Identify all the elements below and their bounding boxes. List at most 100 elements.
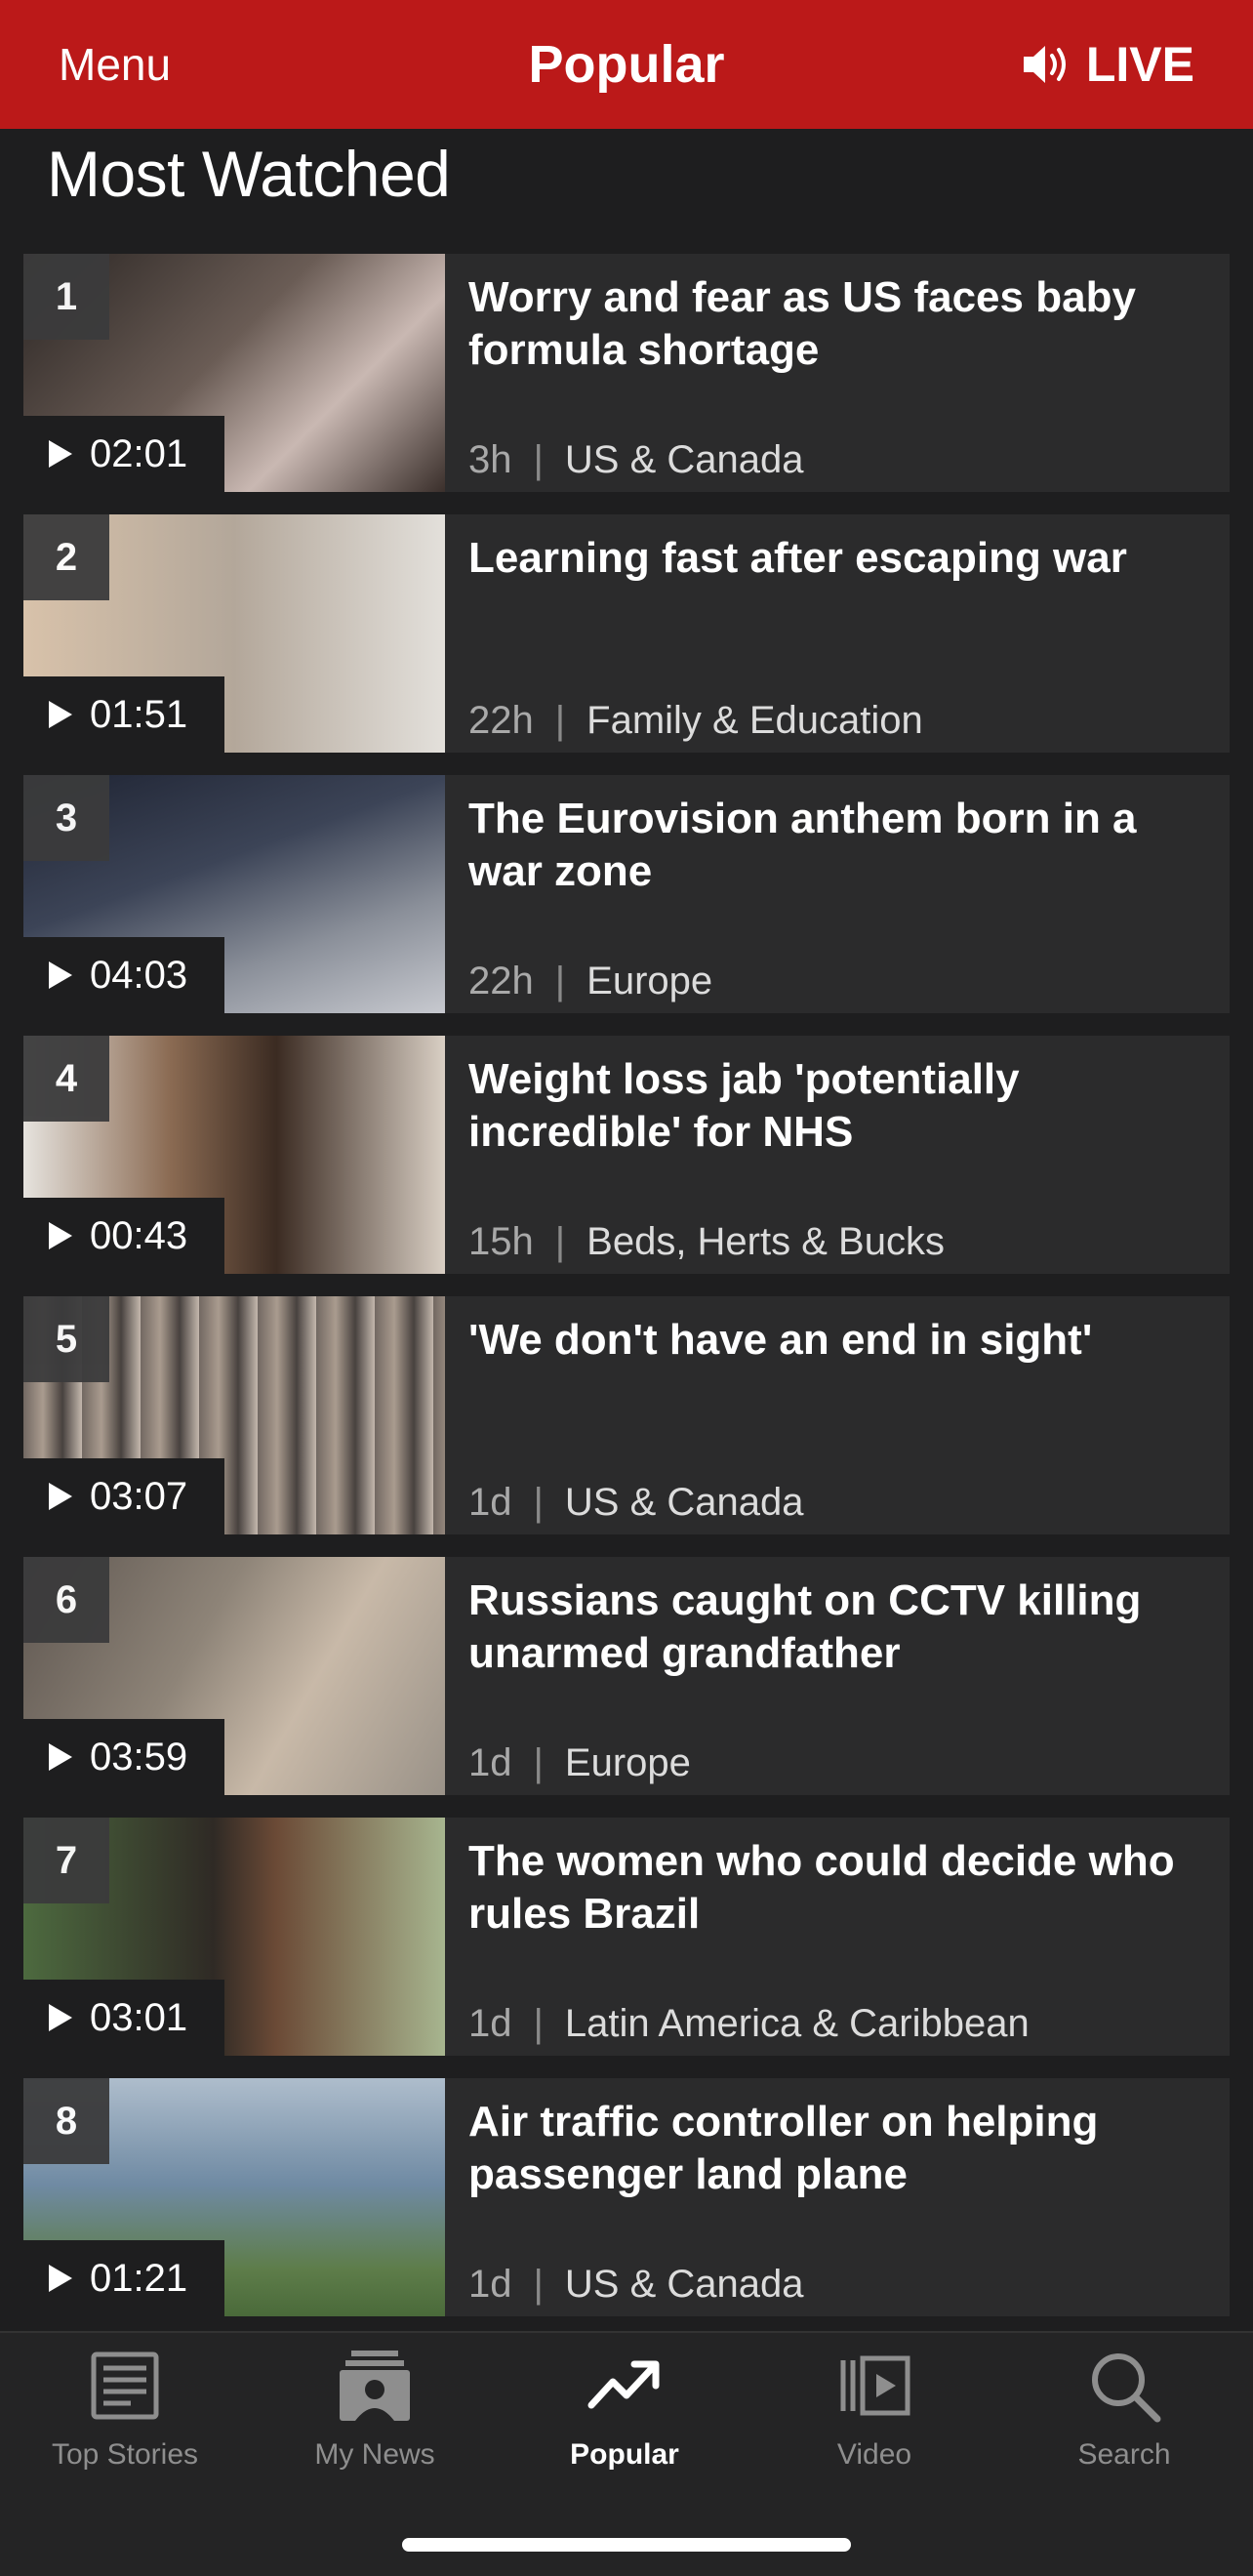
video-thumbnail: 7 03:01 [23, 1818, 445, 2056]
category-label: Europe [564, 1741, 691, 1784]
play-icon [49, 701, 72, 728]
meta: 1d | Latin America & Caribbean [468, 2002, 1030, 2046]
headline: Weight loss jab 'potentially incredible'… [468, 1055, 1020, 1156]
headline: Worry and fear as US faces baby formula … [468, 273, 1136, 374]
tab-label: Popular [570, 2438, 679, 2471]
video-item[interactable]: 4 00:43 Weight loss jab 'potentially inc… [23, 1036, 1230, 1274]
most-watched-list: 1 02:01 Worry and fear as US faces baby … [23, 254, 1230, 2339]
duration-label: 01:51 [90, 692, 188, 736]
age-label: 1d [468, 2002, 512, 2045]
trending-icon [587, 2360, 660, 2409]
tab-top-stories[interactable]: Top Stories [27, 2347, 222, 2472]
age-label: 15h [468, 1220, 534, 1263]
meta: 1d | US & Canada [468, 2263, 803, 2307]
video-item[interactable]: 6 03:59 Russians caught on CCTV killing … [23, 1557, 1230, 1795]
rank-badge: 6 [23, 1557, 109, 1643]
headline: The women who could decide who rules Bra… [468, 1837, 1175, 1938]
live-label: LIVE [1085, 37, 1194, 92]
duration-label: 02:01 [90, 431, 188, 475]
headline: Learning fast after escaping war [468, 534, 1127, 582]
rank-badge: 2 [23, 514, 109, 600]
play-icon [49, 1743, 72, 1771]
category-label: US & Canada [564, 2263, 804, 2306]
video-item[interactable]: 3 04:03 The Eurovision anthem born in a … [23, 775, 1230, 1013]
headline: 'We don't have an end in sight' [468, 1316, 1093, 1364]
tab-label: My News [314, 2438, 435, 2471]
category-label: Europe [586, 960, 713, 1002]
category-label: Latin America & Caribbean [564, 2002, 1030, 2045]
video-item[interactable]: 2 01:51 Learning fast after escaping war… [23, 514, 1230, 753]
tab-label: Top Stories [51, 2438, 199, 2471]
newspaper-icon [91, 2351, 159, 2420]
duration-label: 03:07 [90, 1474, 188, 1518]
duration-badge: 00:43 [23, 1198, 224, 1274]
duration-badge: 02:01 [23, 416, 224, 492]
video-item[interactable]: 8 01:21 Air traffic controller on helpin… [23, 2078, 1230, 2316]
play-icon [49, 440, 72, 468]
video-item[interactable]: 1 02:01 Worry and fear as US faces baby … [23, 254, 1230, 492]
top-app-bar: Menu Popular LIVE [0, 0, 1253, 129]
age-label: 3h [468, 438, 512, 481]
video-thumbnail: 8 01:21 [23, 2078, 445, 2316]
tab-label: Video [836, 2438, 912, 2471]
play-icon [49, 2265, 72, 2292]
age-label: 1d [468, 1481, 512, 1524]
video-thumbnail: 2 01:51 [23, 514, 445, 753]
meta-separator: | [554, 960, 566, 1002]
rank-badge: 1 [23, 254, 109, 340]
tab-label: Search [1077, 2438, 1171, 2471]
age-label: 1d [468, 2263, 512, 2306]
video-thumbnail: 6 03:59 [23, 1557, 445, 1795]
home-indicator[interactable] [402, 2538, 851, 2552]
duration-label: 04:03 [90, 953, 188, 997]
play-icon [49, 1483, 72, 1510]
video-thumbnail: 3 04:03 [23, 775, 445, 1013]
duration-badge: 03:01 [23, 1980, 224, 2056]
section-heading: Most Watched [47, 138, 451, 210]
meta-separator: | [533, 2002, 544, 2045]
age-label: 1d [468, 1741, 512, 1784]
tab-popular[interactable]: Popular [527, 2347, 722, 2472]
meta: 3h | US & Canada [468, 438, 803, 482]
video-thumbnail: 4 00:43 [23, 1036, 445, 1274]
live-button[interactable]: LIVE [1022, 36, 1194, 93]
tab-video[interactable]: Video [777, 2347, 972, 2472]
headline: Russians caught on CCTV killing unarmed … [468, 1576, 1142, 1677]
meta-separator: | [554, 1220, 566, 1263]
menu-button[interactable]: Menu [59, 38, 171, 91]
duration-badge: 01:21 [23, 2240, 224, 2316]
duration-label: 00:43 [90, 1213, 188, 1257]
duration-badge: 03:07 [23, 1458, 224, 1534]
tab-my-news[interactable]: My News [277, 2347, 472, 2472]
meta: 22h | Family & Education [468, 699, 923, 743]
category-label: US & Canada [564, 1481, 804, 1524]
rank-badge: 4 [23, 1036, 109, 1122]
speaker-icon [1023, 46, 1066, 83]
duration-label: 03:59 [90, 1735, 188, 1779]
rank-badge: 7 [23, 1818, 109, 1903]
video-item[interactable]: 5 03:07 'We don't have an end in sight' … [23, 1296, 1230, 1534]
meta: 15h | Beds, Herts & Bucks [468, 1220, 945, 1264]
headline: Air traffic controller on helping passen… [468, 2098, 1099, 2198]
video-thumbnail: 5 03:07 [23, 1296, 445, 1534]
duration-label: 01:21 [90, 2256, 188, 2300]
video-thumbnail: 1 02:01 [23, 254, 445, 492]
duration-badge: 04:03 [23, 937, 224, 1013]
tab-search[interactable]: Search [1027, 2347, 1222, 2472]
meta-separator: | [533, 1741, 544, 1784]
meta: 22h | Europe [468, 960, 712, 1003]
meta-separator: | [533, 2263, 544, 2306]
rank-badge: 8 [23, 2078, 109, 2164]
category-label: US & Canada [564, 438, 804, 481]
play-icon [49, 1222, 72, 1249]
meta: 1d | Europe [468, 1741, 691, 1785]
meta-separator: | [533, 438, 544, 481]
duration-badge: 03:59 [23, 1719, 224, 1795]
video-icon [840, 2355, 910, 2416]
duration-badge: 01:51 [23, 676, 224, 753]
category-label: Family & Education [586, 699, 923, 742]
video-item[interactable]: 7 03:01 The women who could decide who r… [23, 1818, 1230, 2056]
duration-label: 03:01 [90, 1995, 188, 2039]
meta-separator: | [554, 699, 566, 742]
play-icon [49, 2004, 72, 2031]
